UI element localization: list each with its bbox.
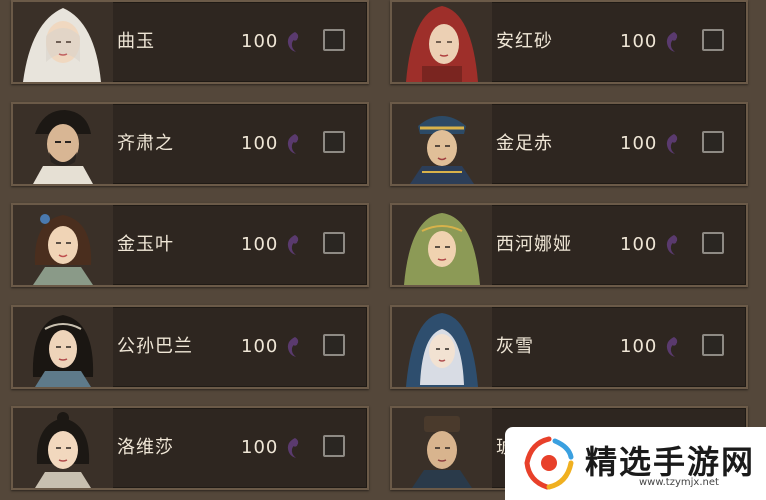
currency-icon: [287, 235, 299, 255]
currency-icon: [666, 134, 678, 154]
currency-icon: [287, 32, 299, 52]
character-name: 西河娜娅: [496, 234, 572, 255]
character-card[interactable]: 安红砂 100: [390, 0, 748, 84]
character-card[interactable]: 金足赤 100: [390, 102, 748, 186]
watermark-url: www.tzymjx.net: [639, 477, 719, 488]
character-name: 金玉叶: [117, 234, 174, 255]
character-portrait: [392, 307, 492, 387]
character-portrait: [392, 104, 492, 184]
currency-icon: [666, 32, 678, 52]
character-name: 安红砂: [496, 31, 553, 52]
currency-icon: [666, 337, 678, 357]
character-portrait: [392, 205, 492, 285]
character-portrait: [392, 408, 492, 488]
character-name: 金足赤: [496, 133, 553, 154]
select-checkbox[interactable]: [323, 435, 345, 457]
cost-value: 100: [241, 31, 279, 52]
select-checkbox[interactable]: [323, 29, 345, 51]
character-portrait: [13, 307, 113, 387]
character-card[interactable]: 齐肃之 100: [11, 102, 369, 186]
character-card[interactable]: 金玉叶 100: [11, 203, 369, 287]
character-portrait: [13, 408, 113, 488]
currency-icon: [287, 134, 299, 154]
cost-value: 100: [241, 437, 279, 458]
site-logo-icon: [524, 436, 574, 490]
character-card[interactable]: 灰雪 100: [390, 305, 748, 389]
cost-value: 100: [620, 234, 658, 255]
character-portrait: [13, 205, 113, 285]
currency-icon: [287, 337, 299, 357]
select-checkbox[interactable]: [702, 131, 724, 153]
character-grid: 曲玉 100 安红砂 100 齐肃之 100 金足赤 100 金玉叶 100 西…: [0, 0, 766, 500]
select-checkbox[interactable]: [323, 131, 345, 153]
character-portrait: [13, 2, 113, 82]
select-checkbox[interactable]: [323, 334, 345, 356]
character-name: 曲玉: [117, 31, 155, 52]
cost-value: 100: [620, 31, 658, 52]
cost-value: 100: [620, 133, 658, 154]
character-portrait: [13, 104, 113, 184]
currency-icon: [666, 235, 678, 255]
select-checkbox[interactable]: [323, 232, 345, 254]
cost-value: 100: [241, 133, 279, 154]
character-portrait: [392, 2, 492, 82]
character-card[interactable]: 洛维莎 100: [11, 406, 369, 490]
cost-value: 100: [241, 336, 279, 357]
character-card[interactable]: 公孙巴兰 100: [11, 305, 369, 389]
cost-value: 100: [620, 336, 658, 357]
character-card[interactable]: 曲玉 100: [11, 0, 369, 84]
character-name: 灰雪: [496, 336, 534, 357]
cost-value: 100: [241, 234, 279, 255]
select-checkbox[interactable]: [702, 334, 724, 356]
character-name: 公孙巴兰: [117, 336, 193, 357]
select-checkbox[interactable]: [702, 232, 724, 254]
select-checkbox[interactable]: [702, 29, 724, 51]
site-watermark: 精选手游网 www.tzymjx.net: [505, 427, 766, 500]
character-name: 洛维莎: [117, 437, 174, 458]
character-card[interactable]: 西河娜娅 100: [390, 203, 748, 287]
currency-icon: [287, 438, 299, 458]
character-name: 齐肃之: [117, 133, 174, 154]
